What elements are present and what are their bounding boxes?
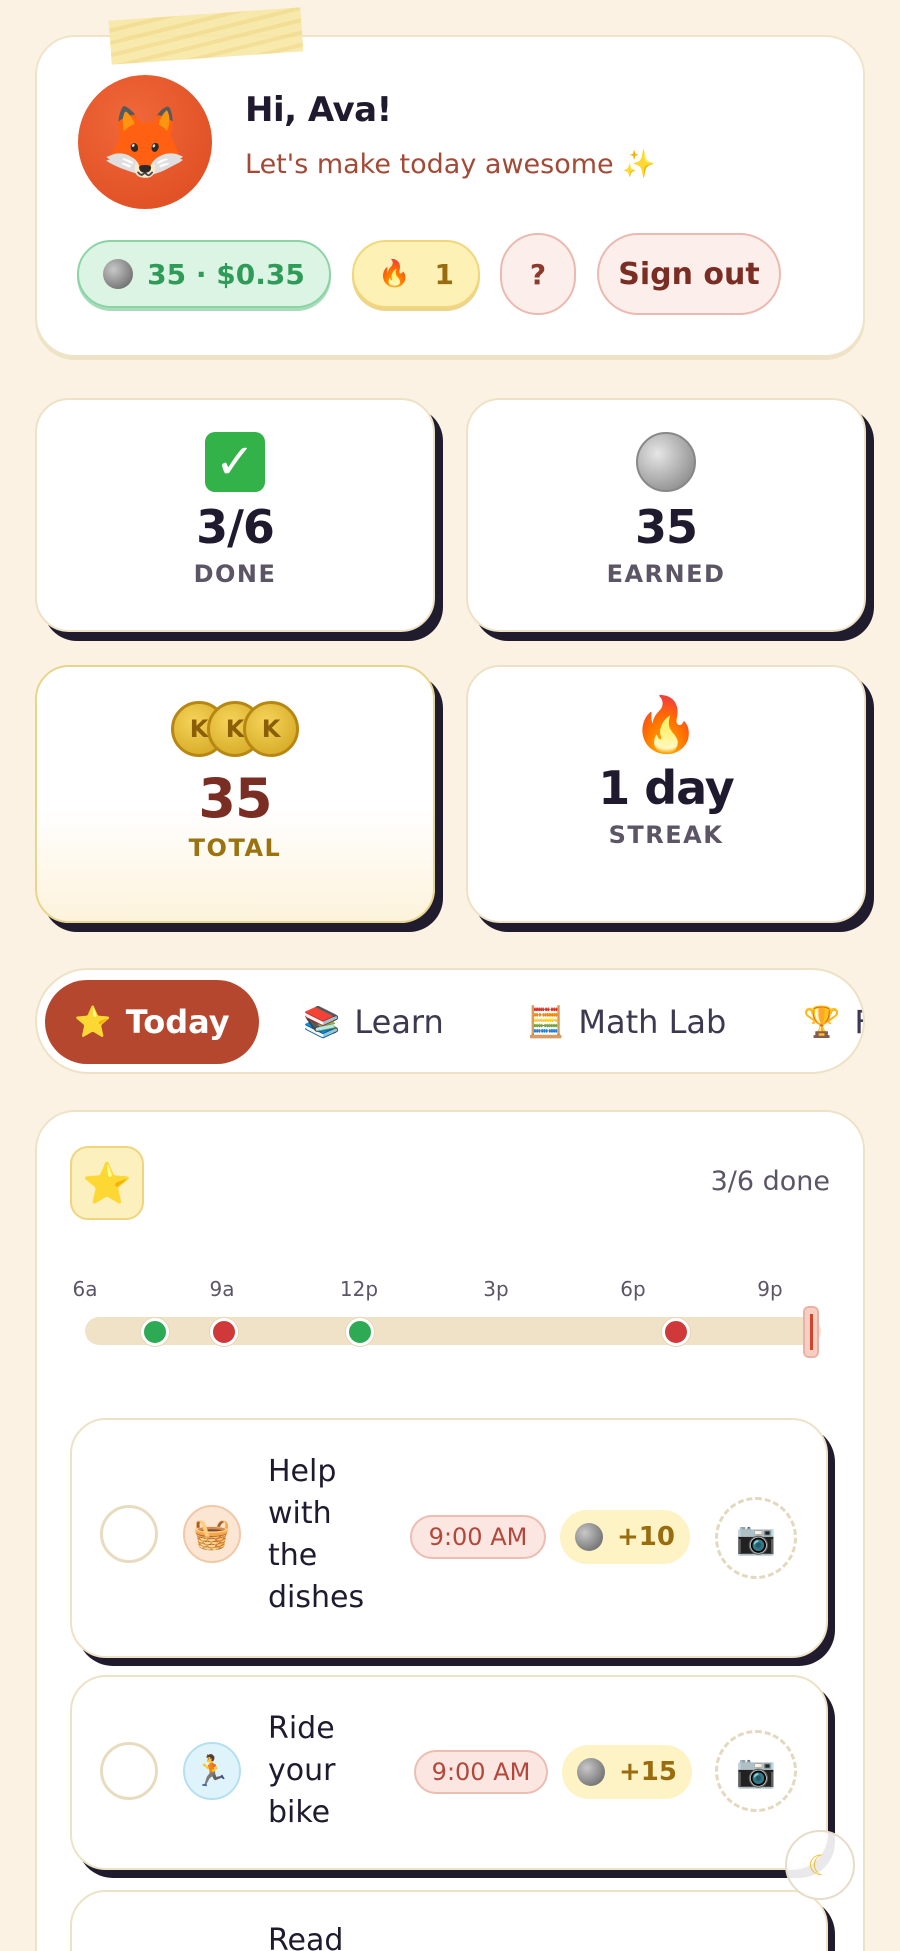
task-title: Ride your bike: [268, 1711, 336, 1830]
total-value: 35: [198, 767, 272, 830]
check-icon: ✓: [205, 432, 265, 492]
progress-text: 3/6 done: [710, 1166, 830, 1197]
trophy-icon: 🏆: [803, 1004, 841, 1040]
tab-today[interactable]: ⭐ Today: [45, 980, 259, 1064]
task-checkbox[interactable]: [100, 1742, 158, 1800]
done-label: DONE: [193, 560, 277, 588]
fire-icon: 🔥: [378, 259, 411, 289]
timeline-tick: 12p: [339, 1277, 379, 1301]
timeline-marker-done[interactable]: [346, 1318, 374, 1346]
timeline-tick: 9a: [209, 1277, 235, 1301]
task-row[interactable]: [70, 1890, 828, 1951]
avatar[interactable]: 🦊: [78, 75, 212, 209]
moon-icon[interactable]: ☾: [785, 1830, 855, 1900]
tab-trophy[interactable]: 🏆 F: [803, 980, 863, 1064]
task-title: Read: [268, 1923, 344, 1951]
streak-label: STREAK: [608, 821, 724, 849]
books-icon: 📚: [303, 1004, 341, 1040]
timeline-tick: 6a: [72, 1277, 98, 1301]
tab-label: Math Lab: [578, 1003, 727, 1041]
tab-label: Learn: [354, 1003, 444, 1041]
star-icon: ⭐: [70, 1146, 144, 1220]
timeline-tick: 9p: [757, 1277, 783, 1301]
tab-learn[interactable]: 📚 Learn: [303, 980, 444, 1064]
day-timeline: [85, 1317, 821, 1345]
greeting: Hi, Ava!: [245, 90, 392, 130]
stat-card-streak: 🔥 1 day STREAK: [466, 665, 866, 923]
photo-proof-button[interactable]: 📷: [715, 1497, 797, 1579]
timeline-tick: 6p: [620, 1277, 646, 1301]
coin-icon: [577, 1758, 606, 1786]
tab-math-lab[interactable]: 🧮 Math Lab: [527, 980, 726, 1064]
done-value: 3/6: [196, 500, 275, 554]
basket-icon: 🧺: [183, 1505, 241, 1563]
stat-card-done: ✓ 3/6 DONE: [35, 398, 435, 632]
camera-icon: 📷: [736, 1752, 776, 1790]
timeline-marker-done[interactable]: [141, 1318, 169, 1346]
coin-icon: [575, 1523, 604, 1551]
stat-card-total: KKK 35 TOTAL: [35, 665, 435, 923]
tab-label: Today: [125, 1003, 230, 1041]
fox-icon: 🦊: [101, 100, 189, 183]
fire-icon: 🔥: [632, 693, 700, 756]
streak-count: 1: [434, 257, 454, 291]
task-reward-chip: +15: [562, 1745, 692, 1799]
task-title: Help with the dishes: [268, 1454, 365, 1615]
task-reward-chip: +10: [560, 1510, 690, 1564]
timeline-marker-pending[interactable]: [662, 1318, 690, 1346]
tab-label: F: [854, 1003, 863, 1041]
stat-card-earned: 35 EARNED: [466, 398, 866, 632]
task-checkbox[interactable]: [100, 1505, 158, 1563]
coin-icon: [103, 259, 134, 289]
earned-value: 35: [634, 500, 698, 554]
help-button[interactable]: ?: [500, 233, 576, 315]
earned-label: EARNED: [606, 560, 726, 588]
total-label: TOTAL: [188, 834, 282, 862]
coin-balance-text: 35 · $0.35: [147, 257, 305, 291]
tab-bar: ⭐ Today 📚 Learn 🧮 Math Lab 🏆 F: [35, 968, 865, 1074]
star-icon: ⭐: [74, 1004, 112, 1040]
current-time-indicator: [803, 1306, 819, 1358]
photo-proof-button[interactable]: 📷: [715, 1730, 797, 1812]
greeting-subtitle: Let's make today awesome ✨: [245, 149, 656, 180]
timeline-marker-pending[interactable]: [210, 1318, 238, 1346]
silver-coin-icon: [636, 432, 696, 492]
coin-balance-pill[interactable]: 35 · $0.35: [77, 240, 331, 308]
sign-out-button[interactable]: Sign out: [597, 233, 781, 315]
task-time-chip: 9:00 AM: [414, 1750, 548, 1794]
runner-icon: 🏃: [183, 1742, 241, 1800]
timeline-tick: 3p: [483, 1277, 509, 1301]
gold-coins-icon: KKK: [37, 701, 433, 757]
task-time-chip: 9:00 AM: [410, 1515, 546, 1559]
streak-value: 1 day: [598, 761, 735, 815]
streak-pill[interactable]: 🔥 1: [352, 240, 480, 308]
gold-coin-icon: K: [243, 701, 299, 757]
abacus-icon: 🧮: [527, 1004, 565, 1040]
camera-icon: 📷: [736, 1519, 776, 1557]
